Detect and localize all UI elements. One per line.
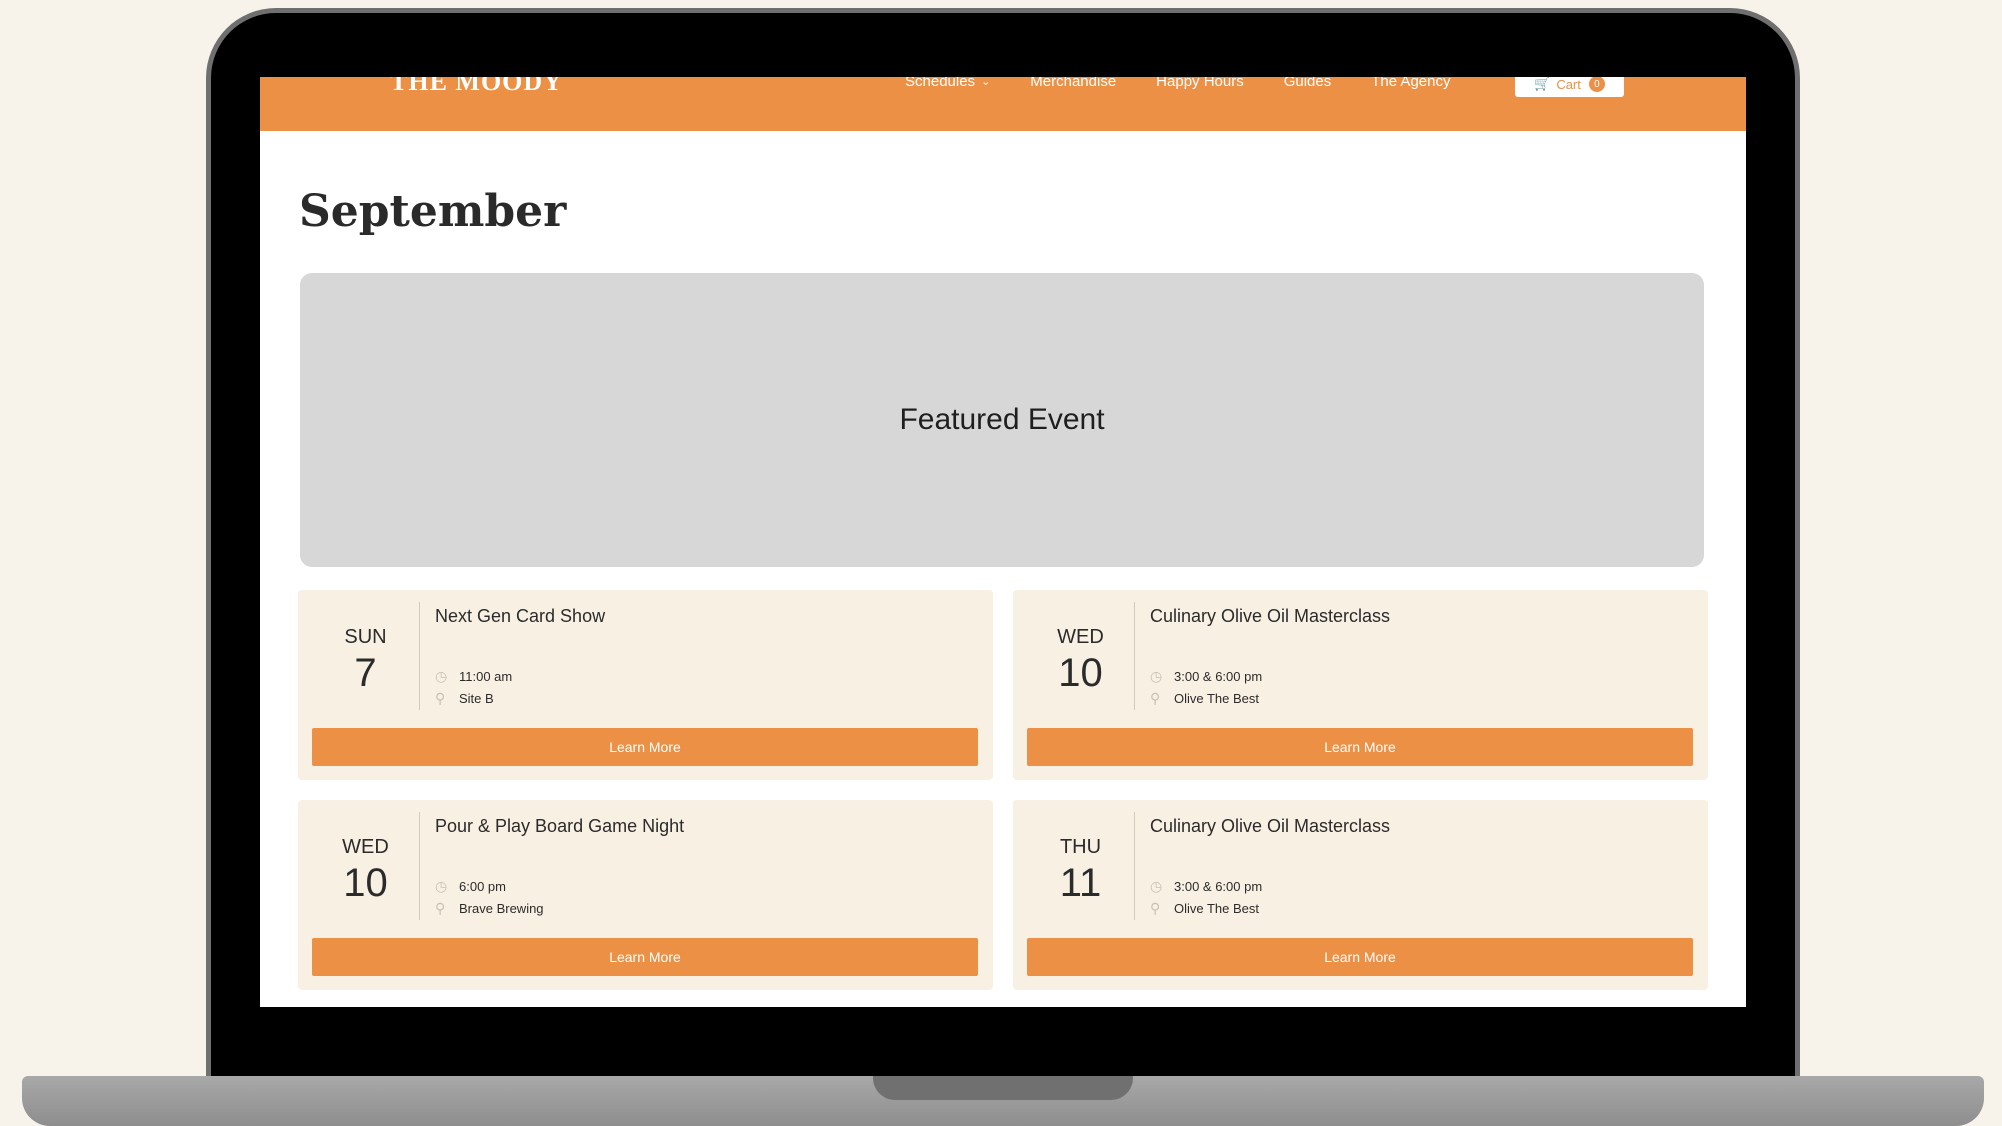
event-day-number: 11 — [1059, 861, 1102, 905]
chevron-down-icon: ⌄ — [981, 77, 991, 88]
event-location-text: Site B — [459, 691, 494, 706]
location-pin-icon: ⚲ — [435, 900, 446, 916]
event-date: WED 10 — [1027, 602, 1135, 710]
event-day-number: 7 — [354, 651, 377, 695]
location-pin-icon: ⚲ — [435, 690, 446, 706]
cart-count-badge: 0 — [1588, 77, 1605, 92]
nav-item-schedules[interactable]: Schedules ⌄ — [905, 77, 990, 90]
nav-menu: Schedules ⌄ Merchandise Happy Hours Guid… — [905, 77, 1490, 90]
event-day-of-week: SUN — [344, 626, 387, 648]
event-location: ⚲ Site B — [435, 690, 494, 707]
nav-item-label: The Agency — [1371, 77, 1451, 90]
event-time-text: 3:00 & 6:00 pm — [1174, 669, 1263, 684]
cart-label: Cart — [1556, 77, 1581, 92]
nav-item-label: Schedules — [905, 77, 976, 90]
event-day-number: 10 — [1058, 651, 1103, 695]
event-location: ⚲ Olive The Best — [1150, 900, 1259, 917]
event-time: ◷ 3:00 & 6:00 pm — [1150, 878, 1262, 895]
event-date: SUN 7 — [312, 602, 420, 710]
location-pin-icon: ⚲ — [1150, 900, 1161, 916]
featured-event-label: Featured Event — [899, 403, 1105, 436]
event-day-number: 10 — [343, 861, 388, 905]
event-day-of-week: WED — [1057, 626, 1104, 648]
laptop-mockup: THE MOODY Schedules ⌄ Merchandise Happy … — [0, 0, 2002, 1126]
learn-more-button[interactable]: Learn More — [1027, 938, 1693, 976]
clock-icon: ◷ — [435, 878, 448, 894]
cart-icon: 🛒 — [1534, 77, 1551, 91]
cart-button[interactable]: 🛒 Cart 0 — [1515, 77, 1624, 97]
event-title: Pour & Play Board Game Night — [435, 816, 685, 836]
nav-item-the-agency[interactable]: The Agency — [1371, 77, 1450, 90]
location-pin-icon: ⚲ — [1150, 690, 1161, 706]
event-title: Next Gen Card Show — [435, 606, 606, 626]
event-time-text: 3:00 & 6:00 pm — [1174, 879, 1263, 894]
site-logo[interactable]: THE MOODY — [390, 77, 563, 97]
clock-icon: ◷ — [1150, 668, 1163, 684]
event-time: ◷ 11:00 am — [435, 668, 512, 685]
event-card: SUN 7 Next Gen Card Show ◷ 11:00 am ⚲ Si… — [298, 590, 993, 780]
event-location-text: Brave Brewing — [459, 901, 544, 916]
nav-item-merchandise[interactable]: Merchandise — [1030, 77, 1116, 90]
learn-more-button[interactable]: Learn More — [1027, 728, 1693, 766]
event-title: Culinary Olive Oil Masterclass — [1150, 606, 1391, 626]
clock-icon: ◷ — [435, 668, 448, 684]
laptop-notch — [873, 1076, 1133, 1100]
nav-item-happy-hours[interactable]: Happy Hours — [1156, 77, 1244, 90]
top-navigation-bar: THE MOODY Schedules ⌄ Merchandise Happy … — [260, 77, 1746, 131]
event-card: WED 10 Pour & Play Board Game Night ◷ 6:… — [298, 800, 993, 990]
event-date: WED 10 — [312, 812, 420, 920]
event-day-of-week: THU — [1059, 836, 1102, 858]
nav-item-label: Happy Hours — [1156, 77, 1244, 90]
event-time: ◷ 6:00 pm — [435, 878, 506, 895]
event-time-text: 6:00 pm — [459, 879, 506, 894]
nav-item-guides[interactable]: Guides — [1284, 77, 1332, 90]
event-location-text: Olive The Best — [1174, 691, 1260, 706]
event-card: WED 10 Culinary Olive Oil Masterclass ◷ … — [1013, 590, 1708, 780]
laptop-screen: THE MOODY Schedules ⌄ Merchandise Happy … — [260, 77, 1746, 1007]
event-location: ⚲ Brave Brewing — [435, 900, 544, 917]
event-date: THU 11 — [1027, 812, 1135, 920]
event-time-text: 11:00 am — [459, 669, 513, 684]
clock-icon: ◷ — [1150, 878, 1163, 894]
nav-item-label: Guides — [1283, 77, 1332, 90]
event-location-text: Olive The Best — [1174, 901, 1260, 916]
event-location: ⚲ Olive The Best — [1150, 690, 1259, 707]
event-day-of-week: WED — [342, 836, 389, 858]
event-title: Culinary Olive Oil Masterclass — [1150, 816, 1391, 836]
learn-more-button[interactable]: Learn More — [312, 728, 978, 766]
event-card: THU 11 Culinary Olive Oil Masterclass ◷ … — [1013, 800, 1708, 990]
page-title: September — [299, 186, 567, 237]
featured-event-banner[interactable]: Featured Event — [300, 273, 1704, 567]
nav-item-label: Merchandise — [1030, 77, 1117, 90]
event-time: ◷ 3:00 & 6:00 pm — [1150, 668, 1262, 685]
learn-more-button[interactable]: Learn More — [312, 938, 978, 976]
